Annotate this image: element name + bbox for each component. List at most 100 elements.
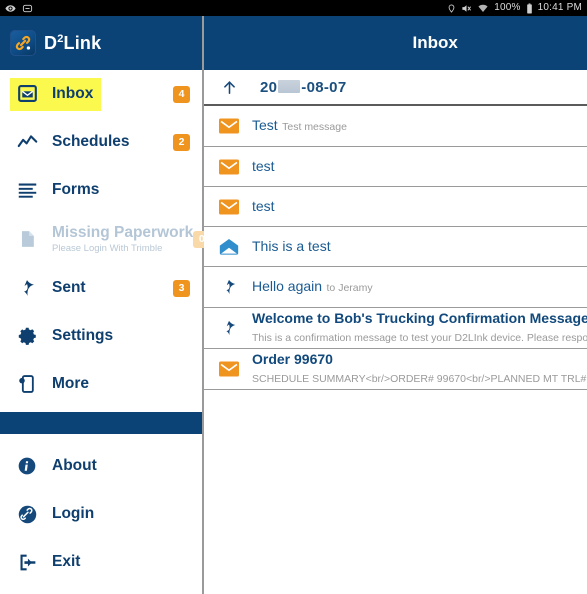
message-preview: to Jeramy bbox=[326, 282, 373, 294]
envelope-open-icon bbox=[216, 234, 242, 260]
sidebar-item-more[interactable]: More bbox=[0, 364, 202, 404]
sidebar-item-sent[interactable]: Sent 3 bbox=[0, 268, 202, 308]
gear-icon bbox=[14, 323, 40, 349]
sidebar-nav-main: Inbox 4 Schedules 2 Forms Missing Paperw… bbox=[0, 70, 211, 412]
message-row[interactable]: Order 99670 SCHEDULE SUMMARY<br/>ORDER# … bbox=[204, 349, 587, 390]
message-subject: Order 99670 bbox=[252, 351, 333, 367]
message-row[interactable]: test 12:09 bbox=[204, 187, 587, 227]
chain-link-icon bbox=[10, 30, 36, 56]
missing-paperwork-labels: Missing Paperwork Please Login With Trim… bbox=[52, 224, 193, 254]
document-icon bbox=[14, 226, 40, 252]
message-preview: This is a confirmation message to test y… bbox=[252, 332, 587, 344]
device-settings-icon bbox=[14, 371, 40, 397]
message-body: Hello again to Jeramy bbox=[252, 278, 587, 296]
message-subject: This is a test bbox=[252, 237, 331, 254]
status-bar-left-icons bbox=[5, 3, 33, 14]
sidebar-item-label: Forms bbox=[52, 181, 100, 198]
message-subject: test bbox=[252, 157, 275, 174]
eye-icon bbox=[5, 3, 16, 14]
status-bar: 100% 10:41 PM bbox=[0, 0, 587, 16]
sidebar-item-label: More bbox=[52, 375, 90, 392]
message-row[interactable]: Hello again to Jeramy 12:48 bbox=[204, 267, 587, 308]
footer-item-label: Login bbox=[52, 505, 95, 522]
inbox-icon bbox=[14, 81, 40, 107]
date-prefix: 20 bbox=[260, 78, 278, 96]
inbox-badge: 4 bbox=[173, 85, 190, 103]
sent-badge: 3 bbox=[173, 279, 190, 297]
sidebar-item-label: Inbox bbox=[52, 84, 94, 102]
mute-icon bbox=[461, 3, 472, 14]
sidebar: D2Link Inbox 4 Schedules 2 Forms Missing… bbox=[0, 16, 211, 594]
message-list: 20 -08-07 Test Test message 12:09 bbox=[204, 70, 587, 594]
arrow-up-icon[interactable] bbox=[216, 78, 242, 97]
message-body: Test Test message bbox=[252, 117, 587, 135]
sidebar-item-forms[interactable]: Forms bbox=[0, 170, 202, 210]
message-body: test bbox=[252, 198, 587, 216]
sidebar-item-login[interactable]: Login bbox=[0, 494, 202, 534]
message-row[interactable]: This is a test 12:10 bbox=[204, 227, 587, 267]
login-key-icon bbox=[14, 501, 40, 527]
message-row[interactable]: test 12:09 bbox=[204, 147, 587, 187]
message-subject: Welcome to Bob's Trucking Confirmation M… bbox=[252, 310, 587, 326]
sidebar-item-exit[interactable]: Exit bbox=[0, 542, 202, 582]
clock-label: 10:41 PM bbox=[537, 2, 582, 13]
sidebar-item-missing-paperwork[interactable]: Missing Paperwork Please Login With Trim… bbox=[0, 218, 211, 260]
brand-bar: D2Link bbox=[0, 16, 202, 70]
inbox-highlight: Inbox bbox=[10, 77, 102, 111]
envelope-closed-icon bbox=[216, 194, 242, 220]
envelope-closed-icon bbox=[216, 154, 242, 180]
date-group-header[interactable]: 20 -08-07 bbox=[204, 70, 587, 106]
info-icon bbox=[14, 453, 40, 479]
date-redaction-block bbox=[278, 79, 301, 93]
sidebar-item-label: Settings bbox=[52, 327, 114, 344]
brand-name-prefix: D bbox=[44, 32, 58, 53]
sidebar-nav-footer: About Login Exit bbox=[0, 434, 202, 594]
sidebar-item-label: Schedules bbox=[52, 133, 130, 150]
body-split: D2Link Inbox 4 Schedules 2 Forms Missing… bbox=[0, 16, 587, 594]
sidebar-item-settings[interactable]: Settings bbox=[0, 316, 202, 356]
message-preview: Test message bbox=[282, 121, 347, 133]
brand-name-suffix: Link bbox=[63, 32, 102, 53]
message-row[interactable]: Test Test message 12:09 bbox=[204, 106, 587, 147]
message-body: test bbox=[252, 158, 587, 176]
main-header: Inbox bbox=[204, 16, 587, 70]
message-row[interactable]: Welcome to Bob's Trucking Confirmation M… bbox=[204, 308, 587, 349]
sidebar-item-schedules[interactable]: Schedules 2 bbox=[0, 122, 202, 162]
message-subject: test bbox=[252, 197, 275, 214]
schedules-badge: 2 bbox=[173, 133, 190, 151]
exit-icon bbox=[14, 549, 40, 575]
sidebar-item-about[interactable]: About bbox=[0, 446, 202, 486]
battery-percent-label: 100% bbox=[494, 2, 521, 13]
envelope-closed-icon bbox=[216, 356, 242, 382]
sent-arrow-icon bbox=[14, 275, 40, 301]
forms-list-icon bbox=[14, 177, 40, 203]
location-icon bbox=[447, 3, 456, 14]
chart-line-icon bbox=[14, 129, 40, 155]
message-body: Order 99670 SCHEDULE SUMMARY<br/>ORDER# … bbox=[252, 351, 587, 387]
date-suffix: -08-07 bbox=[301, 78, 347, 96]
message-body: Welcome to Bob's Trucking Confirmation M… bbox=[252, 310, 587, 346]
sidebar-item-sublabel: Please Login With Trimble bbox=[52, 243, 163, 254]
main-panel: Inbox 20 -08-07 Test Test message test t… bbox=[204, 16, 587, 594]
sent-arrow-icon bbox=[216, 315, 242, 341]
sidebar-item-inbox[interactable]: Inbox 4 bbox=[0, 74, 202, 114]
dnd-icon bbox=[22, 3, 33, 14]
footer-item-label: About bbox=[52, 457, 97, 474]
sidebar-item-label: Sent bbox=[52, 279, 86, 296]
message-preview: SCHEDULE SUMMARY<br/>ORDER# 99670<br/>PL… bbox=[252, 373, 587, 385]
page-title: Inbox bbox=[412, 33, 458, 52]
sidebar-divider bbox=[0, 412, 202, 434]
status-bar-right: 100% 10:41 PM bbox=[447, 0, 582, 16]
app-root: 100% 10:41 PM D2Link Inbox 4 Schedules 2… bbox=[0, 0, 587, 594]
sent-arrow-icon bbox=[216, 274, 242, 300]
message-subject: Hello again bbox=[252, 278, 323, 294]
footer-item-label: Exit bbox=[52, 553, 81, 570]
wifi-icon bbox=[477, 3, 489, 14]
battery-icon bbox=[526, 2, 533, 14]
message-body: This is a test bbox=[252, 238, 587, 256]
sidebar-item-label: Missing Paperwork bbox=[52, 224, 194, 241]
envelope-closed-icon bbox=[216, 113, 242, 139]
message-subject: Test bbox=[252, 117, 278, 133]
date-group-label: 20 -08-07 bbox=[260, 79, 346, 96]
brand-title: D2Link bbox=[44, 33, 101, 54]
